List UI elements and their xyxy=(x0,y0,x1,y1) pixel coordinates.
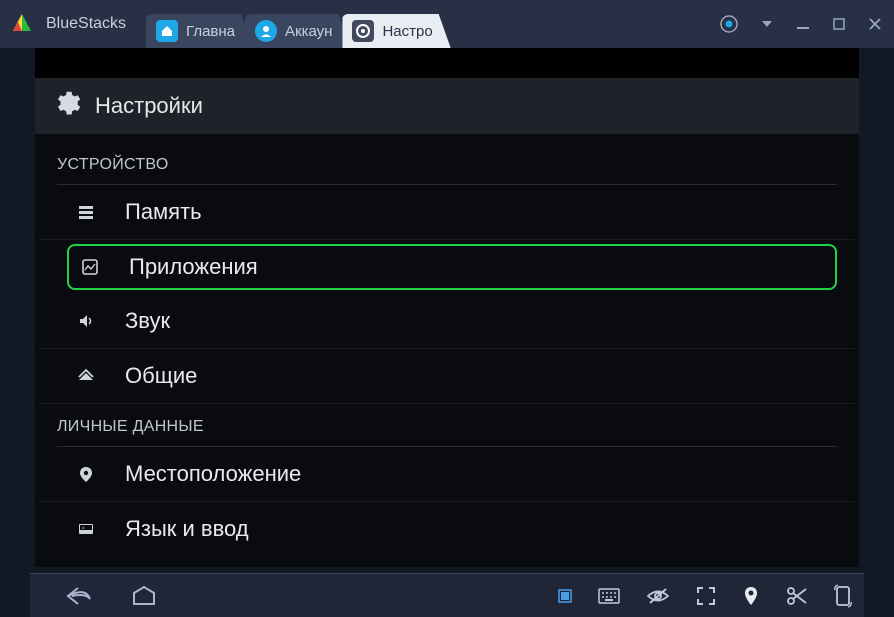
tab-account[interactable]: Аккаун xyxy=(245,14,350,48)
setting-general[interactable]: Общие xyxy=(39,349,855,404)
app-name: BlueStacks xyxy=(46,15,126,33)
home2-icon xyxy=(75,367,97,385)
android-navbar xyxy=(30,573,864,617)
setting-label: Звук xyxy=(125,308,170,334)
storage-icon xyxy=(75,203,97,221)
setting-language[interactable]: A Язык и ввод xyxy=(39,502,855,556)
dropdown-icon[interactable] xyxy=(760,17,774,31)
setting-label: Местоположение xyxy=(125,461,301,487)
location-nav-icon[interactable] xyxy=(742,586,760,606)
setting-memory[interactable]: Память xyxy=(39,185,855,240)
gear-icon xyxy=(51,88,81,124)
setting-location[interactable]: Местоположение xyxy=(39,447,855,502)
location-icon xyxy=(75,465,97,483)
setting-label: Язык и ввод xyxy=(125,516,249,542)
account-indicator-icon[interactable] xyxy=(720,15,738,33)
titlebar: BlueStacks Главна Аккаун Настро xyxy=(0,0,894,48)
tab-label: Главна xyxy=(186,23,235,40)
tab-home[interactable]: Главна xyxy=(146,14,253,48)
close-button[interactable] xyxy=(868,17,882,31)
home-icon xyxy=(156,20,178,42)
svg-text:A: A xyxy=(82,525,85,530)
tab-settings[interactable]: Настро xyxy=(342,14,450,48)
language-icon: A xyxy=(75,520,97,538)
window-controls xyxy=(720,15,882,33)
tab-label: Настро xyxy=(382,23,432,40)
home-button[interactable] xyxy=(130,585,158,607)
scissors-icon[interactable] xyxy=(786,586,808,606)
tab-label: Аккаун xyxy=(285,23,332,40)
sound-icon xyxy=(75,312,97,330)
settings-header: Настройки xyxy=(35,78,859,134)
content-area: Настройки УСТРОЙСТВО Память Приложения З… xyxy=(35,48,859,567)
tab-bar: Главна Аккаун Настро xyxy=(146,0,443,48)
apps-icon xyxy=(79,258,101,276)
user-icon xyxy=(255,20,277,42)
setting-label: Память xyxy=(125,199,202,225)
section-title-device: УСТРОЙСТВО xyxy=(39,142,855,184)
input-indicator-icon[interactable] xyxy=(558,589,572,603)
rotate-device-icon[interactable] xyxy=(834,584,852,608)
maximize-button[interactable] xyxy=(832,17,846,31)
content-padding xyxy=(35,48,859,78)
fullscreen-icon[interactable] xyxy=(696,586,716,606)
setting-label: Приложения xyxy=(129,254,258,280)
settings-body: УСТРОЙСТВО Память Приложения Звук Общие xyxy=(35,134,859,567)
setting-sound[interactable]: Звук xyxy=(39,294,855,349)
setting-apps[interactable]: Приложения xyxy=(67,244,837,290)
minimize-button[interactable] xyxy=(796,17,810,31)
app-logo xyxy=(8,10,36,38)
settings-title: Настройки xyxy=(95,93,203,119)
section-title-personal: ЛИЧНЫЕ ДАННЫЕ xyxy=(39,404,855,446)
gear-icon xyxy=(352,20,374,42)
visibility-off-icon[interactable] xyxy=(646,587,670,605)
setting-label: Общие xyxy=(125,363,197,389)
keyboard-icon[interactable] xyxy=(598,588,620,604)
back-button[interactable] xyxy=(64,585,94,607)
